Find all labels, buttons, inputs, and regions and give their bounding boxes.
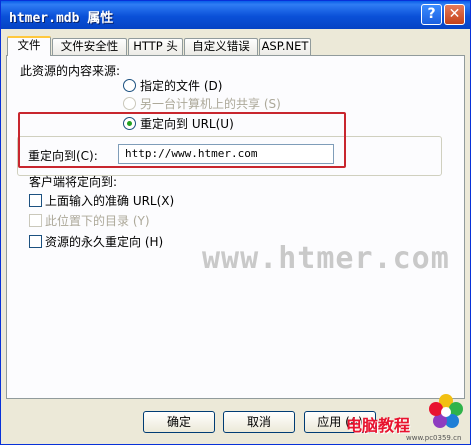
- tab-aspnet[interactable]: ASP.NET: [259, 38, 311, 55]
- checkbox-exact-url[interactable]: [29, 194, 42, 207]
- cancel-button[interactable]: 取消: [223, 411, 295, 433]
- window-title: htmer.mdb 属性: [9, 11, 114, 26]
- checkbox-permanent-redirect-label[interactable]: 资源的永久重定向 (H): [45, 233, 163, 250]
- highlight-box: [18, 112, 346, 168]
- radio-specified-file[interactable]: [123, 79, 136, 92]
- client-heading: 客户端将定向到:: [29, 175, 118, 189]
- checkbox-permanent-redirect[interactable]: [29, 235, 42, 248]
- logo-text: 电脑教程: [346, 416, 411, 435]
- tab-custom-errors[interactable]: 自定义错误: [184, 38, 258, 55]
- checkbox-directory-below: [29, 214, 42, 227]
- content-source-heading: 此资源的内容来源:: [20, 64, 121, 78]
- help-button[interactable]: ?: [421, 4, 442, 25]
- logo-flower-icon: [429, 394, 463, 428]
- properties-dialog: htmer.mdb 属性 ? ✕ 文件 文件安全性 HTTP 头 自定义错误 A…: [0, 0, 471, 445]
- tab-file-security[interactable]: 文件安全性: [52, 38, 127, 55]
- radio-specified-file-label[interactable]: 指定的文件 (D): [140, 77, 222, 94]
- logo-url: www.pc0359.cn: [406, 434, 462, 442]
- tab-http-headers[interactable]: HTTP 头: [128, 38, 183, 55]
- ok-button[interactable]: 确定: [143, 411, 215, 433]
- radio-network-share: [123, 97, 136, 110]
- checkbox-exact-url-label[interactable]: 上面输入的准确 URL(X): [45, 192, 174, 209]
- radio-network-share-label: 另一台计算机上的共享 (S): [140, 97, 281, 111]
- close-button[interactable]: ✕: [444, 4, 465, 25]
- title-bar[interactable]: htmer.mdb 属性 ? ✕: [1, 1, 470, 29]
- site-watermark: www.htmer.com: [202, 241, 450, 276]
- checkbox-directory-below-label: 此位置下的目录 (Y): [45, 214, 150, 228]
- tab-file[interactable]: 文件: [7, 36, 51, 56]
